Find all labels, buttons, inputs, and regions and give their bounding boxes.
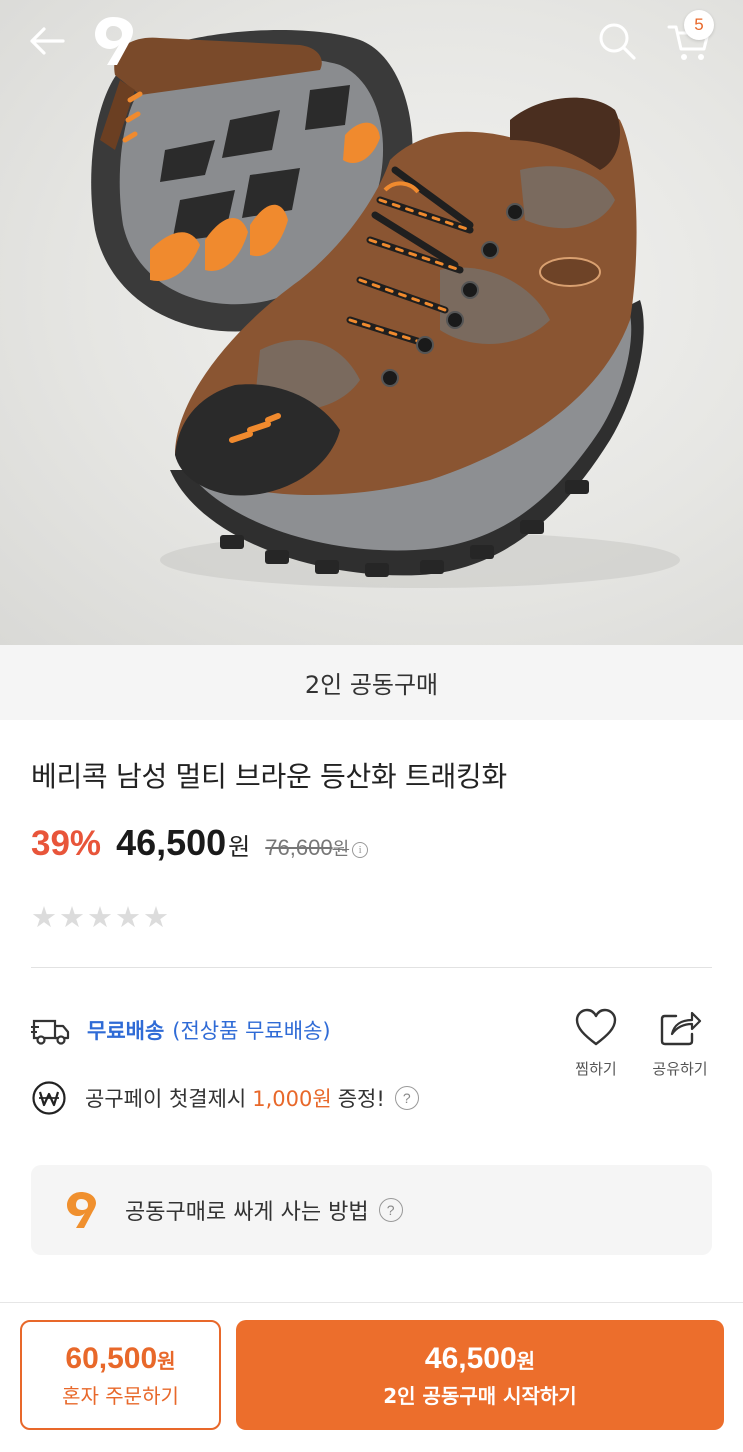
star-icon: ★ — [31, 900, 57, 934]
price-row: 39% 46,500 원 76,600 원 i — [31, 822, 369, 868]
original-price-unit: 원 — [332, 839, 350, 860]
top-navigation-bar: 5 — [0, 0, 743, 84]
howto-text: 공동구매로 싸게 사는 방법 — [125, 1200, 369, 1225]
star-icon: ★ — [115, 900, 141, 934]
group-buy-howto-card[interactable]: 공동구매로 싸게 사는 방법 ? — [31, 1165, 712, 1255]
group-price-value: 46,500 — [424, 1341, 517, 1375]
star-icon: ★ — [59, 900, 85, 934]
pay-promo-pre: 공구페이 첫결제시 — [85, 1087, 247, 1111]
pay-promo-amount: 1,000원 — [252, 1087, 332, 1111]
home-logo-button[interactable] — [88, 12, 140, 70]
star-icon: ★ — [87, 900, 113, 934]
search-icon — [599, 23, 636, 60]
won-coin-icon — [32, 1081, 66, 1115]
share-label: 공유하기 — [652, 1060, 708, 1078]
group-buy-start-label: 2인 공동구매 시작하기 — [383, 1383, 577, 1408]
price-info-icon[interactable]: i — [352, 842, 369, 858]
original-price: 76,600 — [265, 835, 333, 860]
share-button[interactable]: 공유하기 — [642, 1008, 718, 1079]
solo-price-unit: 원 — [157, 1350, 176, 1373]
group-price-unit: 원 — [516, 1350, 536, 1373]
rating-stars: ★ ★ ★ ★ ★ — [31, 902, 169, 932]
wishlist-label: 찜하기 — [575, 1060, 617, 1078]
shipping-info: 무료배송 (전상품 무료배송) — [31, 1012, 331, 1048]
pay-promo: 공구페이 첫결제시 1,000원 증정! ? — [31, 1080, 419, 1116]
cart-count-badge: 5 — [684, 10, 714, 40]
search-button[interactable] — [592, 16, 642, 66]
product-image: 5 — [0, 0, 743, 645]
free-shipping-label: 무료배송 — [87, 1019, 165, 1043]
cart-button[interactable]: 5 — [660, 10, 718, 68]
divider — [31, 967, 712, 968]
sale-price-unit: 원 — [228, 833, 251, 861]
wishlist-button[interactable]: 찜하기 — [566, 1008, 626, 1079]
solo-order-button[interactable]: 60,500원 혼자 주문하기 — [20, 1320, 221, 1430]
truck-icon — [31, 1019, 70, 1045]
back-button[interactable] — [24, 18, 70, 64]
heart-icon — [575, 1008, 617, 1046]
app-logo-icon — [67, 1192, 96, 1228]
solo-price-value: 60,500 — [65, 1341, 158, 1375]
back-arrow-icon — [30, 27, 65, 55]
app-logo-icon — [95, 17, 133, 65]
discount-rate: 39% — [31, 824, 102, 863]
free-shipping-sub: (전상품 무료배송) — [172, 1019, 331, 1043]
product-title: 베리콕 남성 멀티 브라운 등산화 트래킹화 — [31, 760, 507, 793]
howto-help-icon[interactable]: ? — [378, 1198, 403, 1222]
group-price: 46,500원 — [425, 1342, 535, 1376]
share-icon — [660, 1011, 702, 1046]
group-buy-start-button[interactable]: 46,500원 2인 공동구매 시작하기 — [236, 1320, 724, 1430]
solo-price: 60,500원 — [65, 1342, 175, 1376]
pay-help-icon[interactable]: ? — [394, 1086, 419, 1110]
pay-promo-post: 증정! — [337, 1087, 385, 1111]
star-icon: ★ — [143, 900, 169, 934]
hiking-shoes-illustration — [91, 30, 680, 588]
group-buy-banner-text: 2인 공동구매 — [304, 671, 439, 699]
bottom-purchase-bar: 60,500원 혼자 주문하기 46,500원 2인 공동구매 시작하기 — [0, 1302, 743, 1452]
sale-price: 46,500 — [116, 822, 227, 863]
solo-order-label: 혼자 주문하기 — [62, 1383, 179, 1408]
group-buy-banner: 2인 공동구매 — [0, 645, 743, 720]
